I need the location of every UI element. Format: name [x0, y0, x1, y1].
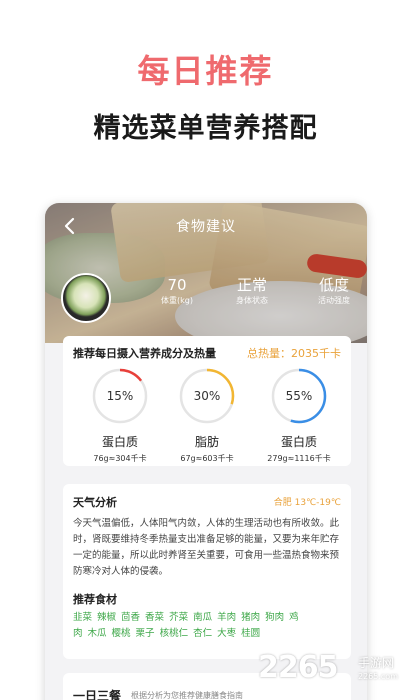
watermark-domain: 2265.com: [358, 672, 398, 681]
stat-value: 正常: [236, 276, 267, 294]
food-item[interactable]: 辣椒: [97, 612, 116, 623]
food-item[interactable]: 狗肉: [265, 612, 284, 623]
food-item[interactable]: 核桃仁: [160, 628, 189, 639]
avatar: [61, 273, 111, 323]
app-screen: 食物建议 70 体重(kg) 正常 身体状态 低度 活动强度 推荐每日摄入营养成…: [45, 203, 367, 700]
nutrient-amount: 67g≈603千卡: [180, 454, 234, 463]
ring-percent: 55%: [285, 389, 313, 403]
stat-label: 活动强度: [318, 296, 350, 305]
nutrition-title: 推荐每日摄入营养成分及热量: [73, 347, 216, 360]
food-item[interactable]: 樱桃: [112, 628, 131, 639]
stat-activity: 低度 活动强度: [299, 275, 367, 307]
food-item[interactable]: 猪肉: [241, 612, 260, 623]
weather-card: 天气分析 合肥 13℃-19℃ 今天气温偏低，人体阳气内敛，人体的生理活动也有所…: [63, 484, 351, 659]
nutrient-amount: 76g≈304千卡: [93, 454, 147, 463]
fat-ring: 30%: [177, 366, 237, 426]
stat-body-status: 正常 身体状态: [217, 275, 287, 307]
nutrient-name: 蛋白质: [280, 435, 317, 449]
nutrient-amount: 279g≈1116千卡: [267, 454, 331, 463]
weather-info: 合肥 13℃-19℃: [273, 498, 341, 508]
site-watermark: 2265 手游网 2265.com: [258, 650, 408, 690]
stat-weight: 70 体重(kg): [142, 275, 212, 307]
carb-ring: 55%: [269, 366, 329, 426]
food-item[interactable]: 南瓜: [193, 612, 212, 623]
food-item[interactable]: 茴香: [121, 612, 140, 623]
watermark-number: 2265: [258, 650, 338, 685]
food-title: 推荐食材: [73, 593, 117, 606]
nutrient-name: 蛋白质: [101, 435, 138, 449]
total-calories: 总热量：2035千卡: [247, 347, 341, 360]
nutrient-name: 脂肪: [194, 435, 219, 449]
weather-title: 天气分析: [73, 496, 117, 509]
food-item[interactable]: 韭菜: [73, 612, 92, 623]
food-item[interactable]: 桂圆: [241, 628, 260, 639]
food-list: 韭菜 辣椒 茴香 香菜 芥菜 南瓜 羊肉 猪肉 狗肉 鸡肉 木瓜 樱桃 栗子 核桃仁 杏仁 大枣 桂圆: [73, 610, 303, 642]
nutrition-card: 推荐每日摄入营养成分及热量 总热量：2035千卡 15% 30% 55% 蛋白质…: [63, 336, 351, 466]
stat-value: 70: [167, 276, 187, 294]
promo-title: 每日推荐: [137, 52, 274, 90]
hero-banner: 食物建议 70 体重(kg) 正常 身体状态 低度 活动强度: [45, 203, 367, 343]
stat-value: 低度: [318, 276, 349, 294]
stat-label: 体重(kg): [161, 296, 193, 305]
ring-percent: 15%: [106, 389, 134, 403]
food-item[interactable]: 杏仁: [193, 628, 212, 639]
food-item[interactable]: 栗子: [136, 628, 155, 639]
page-title: 食物建议: [176, 219, 236, 235]
watermark-text: 手游网: [358, 656, 395, 670]
protein-ring: 15%: [90, 366, 150, 426]
meals-title: 一日三餐: [73, 689, 122, 700]
weather-description: 今天气温偏低，人体阳气内敛，人体的生理活动也有所收敛。此时，肾既要维持冬季热量支…: [73, 518, 340, 577]
promo-subtitle: 精选菜单营养搭配: [93, 113, 318, 144]
food-item[interactable]: 羊肉: [217, 612, 236, 623]
meals-subtitle: 根据分析为您推荐健康膳食指南: [131, 691, 243, 700]
food-item[interactable]: 香菜: [145, 612, 164, 623]
food-item[interactable]: 芥菜: [169, 612, 188, 623]
food-item[interactable]: 木瓜: [88, 628, 107, 639]
ring-percent: 30%: [193, 389, 221, 403]
food-item[interactable]: 大枣: [217, 628, 236, 639]
stat-label: 身体状态: [236, 296, 268, 305]
